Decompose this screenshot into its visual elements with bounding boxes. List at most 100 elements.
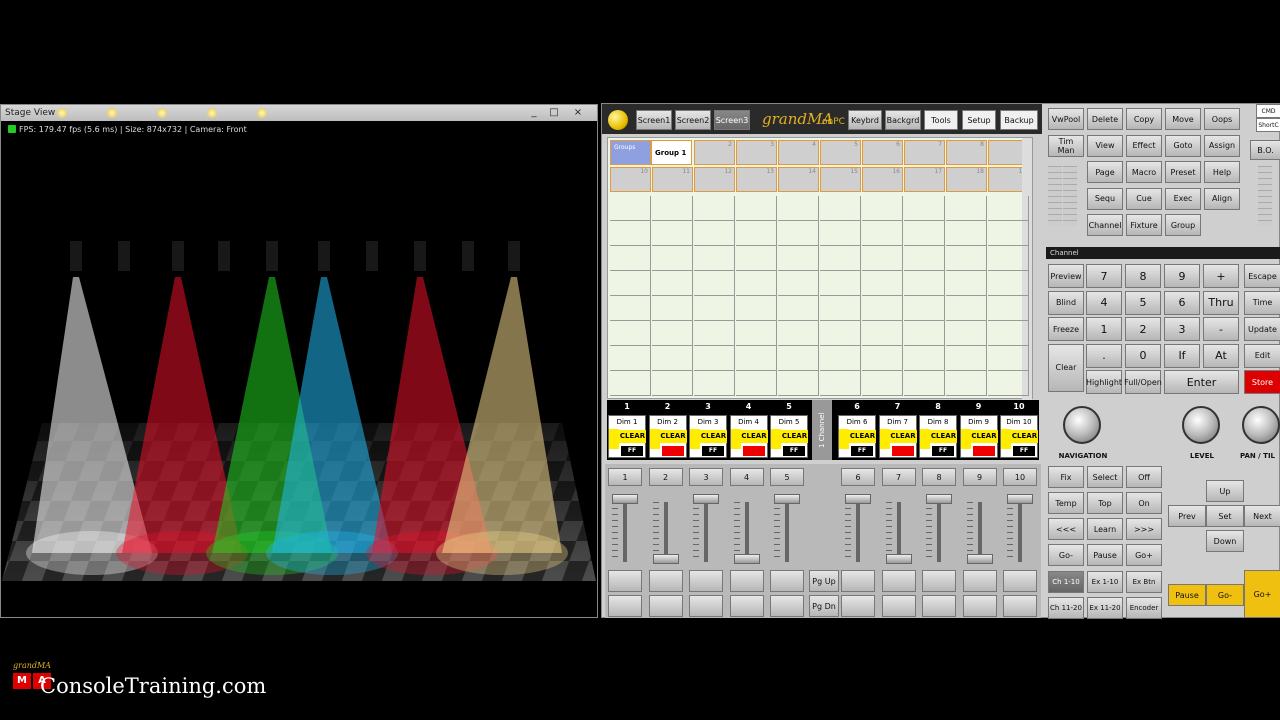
function-key-assign[interactable]: Assign bbox=[1204, 134, 1240, 157]
group-pool-slot[interactable]: 15 bbox=[820, 167, 861, 192]
function-key-group[interactable]: Group bbox=[1165, 214, 1201, 236]
group-pool-slot[interactable]: 8 bbox=[946, 140, 987, 165]
key-on[interactable]: On bbox=[1126, 492, 1162, 514]
function-key-channel[interactable]: Channel bbox=[1087, 214, 1123, 236]
pool-empty-cell[interactable] bbox=[610, 271, 651, 296]
blackout-button[interactable]: B.O. bbox=[1250, 140, 1280, 160]
key-5[interactable]: 5 bbox=[1125, 290, 1161, 315]
pool-empty-cell[interactable] bbox=[694, 346, 735, 371]
command-line[interactable]: Channel bbox=[1046, 247, 1280, 259]
key-select[interactable]: Select bbox=[1087, 466, 1123, 488]
executor-bottom-button[interactable] bbox=[881, 595, 916, 617]
pool-empty-cell[interactable] bbox=[736, 346, 777, 371]
executor-bottom-button[interactable] bbox=[608, 595, 642, 617]
pool-empty-cell[interactable] bbox=[652, 371, 693, 396]
group-pool-slot[interactable]: 13 bbox=[736, 167, 777, 192]
executor-top-button[interactable]: 3 bbox=[689, 468, 723, 486]
pool-empty-cell[interactable] bbox=[736, 321, 777, 346]
pool-empty-cell[interactable] bbox=[820, 296, 861, 321]
pool-empty-cell[interactable] bbox=[988, 346, 1029, 371]
executor-button[interactable]: Dim 9 CLEAR bbox=[959, 415, 998, 458]
pool-empty-cell[interactable] bbox=[988, 246, 1029, 271]
executor-bottom-button[interactable] bbox=[841, 595, 875, 617]
pool-empty-cell[interactable] bbox=[778, 371, 819, 396]
key-pause[interactable]: Pause bbox=[1087, 544, 1123, 566]
stage-3d-viewport[interactable] bbox=[2, 141, 596, 617]
group-pool-slot[interactable]: 5 bbox=[820, 140, 861, 165]
pool-empty-cell[interactable] bbox=[862, 371, 903, 396]
executor-top-button[interactable]: 5 bbox=[770, 468, 804, 486]
pool-empty-cell[interactable] bbox=[904, 196, 945, 221]
key-blind[interactable]: Blind bbox=[1048, 290, 1084, 315]
function-key-page[interactable]: Page bbox=[1087, 161, 1123, 183]
pool-empty-cell[interactable] bbox=[778, 221, 819, 246]
pool-empty-cell[interactable] bbox=[778, 246, 819, 271]
pool-empty-cell[interactable] bbox=[736, 371, 777, 396]
up-button[interactable]: Up bbox=[1206, 480, 1244, 502]
pool-empty-cell[interactable] bbox=[862, 296, 903, 321]
maximize-button[interactable]: □ bbox=[545, 106, 563, 120]
executor-top-button[interactable]: 9 bbox=[962, 468, 997, 486]
pool-empty-cell[interactable] bbox=[652, 321, 693, 346]
pool-empty-cell[interactable] bbox=[862, 271, 903, 296]
key-time[interactable]: Time bbox=[1244, 290, 1280, 315]
pool-empty-cell[interactable] bbox=[904, 221, 945, 246]
function-key-oops[interactable]: Oops bbox=[1204, 108, 1240, 130]
executor-bottom-button[interactable] bbox=[770, 570, 804, 592]
function-key-tim-man[interactable]: Tim Man bbox=[1048, 134, 1084, 157]
sub-master-fader[interactable] bbox=[1063, 166, 1077, 226]
key-off[interactable]: Off bbox=[1126, 466, 1162, 488]
pool-empty-cell[interactable] bbox=[610, 196, 651, 221]
pool-empty-cell[interactable] bbox=[862, 221, 903, 246]
executor-bottom-button[interactable] bbox=[922, 595, 956, 617]
executor-top-button[interactable]: 7 bbox=[881, 468, 916, 486]
pool-empty-cell[interactable] bbox=[946, 371, 987, 396]
pool-empty-cell[interactable] bbox=[736, 196, 777, 221]
backgrd-button[interactable]: Backgrd bbox=[885, 110, 921, 130]
pool-empty-cell[interactable] bbox=[694, 246, 735, 271]
key-.[interactable]: . bbox=[1086, 343, 1122, 368]
function-key-goto[interactable]: Goto bbox=[1165, 134, 1201, 157]
pool-empty-cell[interactable] bbox=[610, 371, 651, 396]
key-0[interactable]: 0 bbox=[1125, 343, 1161, 368]
pause-playback-button[interactable]: Pause bbox=[1168, 584, 1206, 606]
pool-empty-cell[interactable] bbox=[820, 371, 861, 396]
page-up-button[interactable]: Pg Up bbox=[809, 570, 839, 592]
fader-handle[interactable] bbox=[845, 494, 871, 504]
executor-bottom-button[interactable] bbox=[922, 570, 956, 592]
tools-button[interactable]: Tools bbox=[924, 110, 958, 130]
pool-empty-cell[interactable] bbox=[820, 271, 861, 296]
pool-empty-cell[interactable] bbox=[988, 321, 1029, 346]
pool-empty-cell[interactable] bbox=[862, 346, 903, 371]
executor-button[interactable]: Dim 4 CLEAR bbox=[729, 415, 768, 458]
pool-empty-cell[interactable] bbox=[736, 246, 777, 271]
pool-empty-cell[interactable] bbox=[862, 321, 903, 346]
pool-empty-cell[interactable] bbox=[988, 371, 1029, 396]
master-orb-icon[interactable] bbox=[608, 110, 628, 130]
setup-button[interactable]: Setup bbox=[962, 110, 996, 130]
group-pool-slot[interactable]: 17 bbox=[904, 167, 945, 192]
executor-bottom-button[interactable] bbox=[881, 570, 916, 592]
key-[interactable]: <<< bbox=[1048, 518, 1084, 540]
executor-button[interactable]: Dim 7 CLEAR bbox=[878, 415, 917, 458]
key-4[interactable]: 4 bbox=[1086, 290, 1122, 315]
group-pool-slot[interactable]: 2 bbox=[694, 140, 735, 165]
pool-empty-cell[interactable] bbox=[778, 271, 819, 296]
pool-empty-cell[interactable] bbox=[820, 221, 861, 246]
pool-empty-cell[interactable] bbox=[652, 246, 693, 271]
pool-empty-cell[interactable] bbox=[778, 346, 819, 371]
key--[interactable]: - bbox=[1203, 317, 1239, 341]
key-edit[interactable]: Edit bbox=[1244, 343, 1280, 368]
shortcut-button[interactable]: ShortC bbox=[1256, 118, 1280, 132]
executor-bottom-button[interactable] bbox=[689, 595, 723, 617]
fader-handle[interactable] bbox=[885, 554, 912, 564]
key-1[interactable]: 1 bbox=[1086, 317, 1122, 341]
navigation-encoder[interactable] bbox=[1063, 406, 1101, 444]
function-key-view[interactable]: View bbox=[1087, 134, 1123, 157]
pool-empty-cell[interactable] bbox=[694, 321, 735, 346]
function-key-exec[interactable]: Exec bbox=[1165, 187, 1201, 210]
function-key-sequ[interactable]: Sequ bbox=[1087, 187, 1123, 210]
group-pool-slot[interactable]: 14 bbox=[778, 167, 819, 192]
pool-empty-cell[interactable] bbox=[862, 196, 903, 221]
key-go[interactable]: Go- bbox=[1048, 544, 1084, 566]
